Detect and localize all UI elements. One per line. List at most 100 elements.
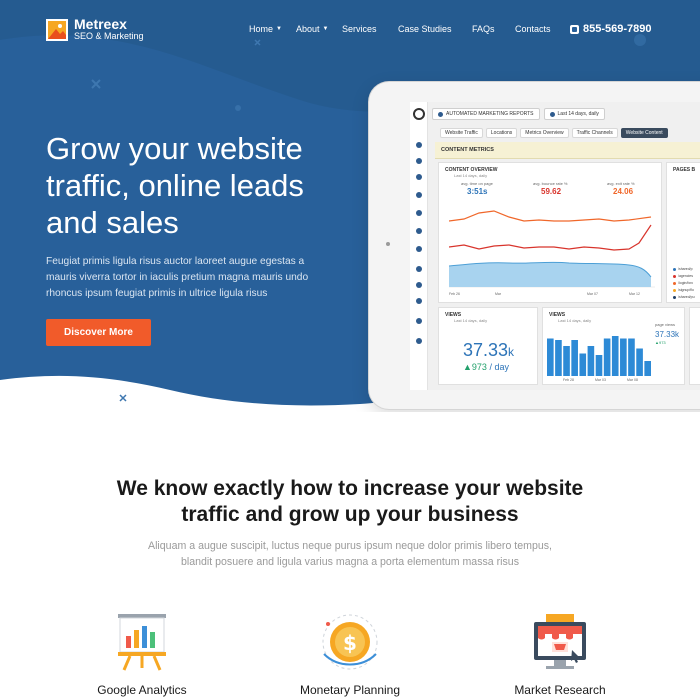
globe-icon <box>438 111 443 117</box>
tablet-camera <box>386 242 390 246</box>
brand-name: Metreex <box>74 16 127 32</box>
feature-google-analytics[interactable]: Google Analytics <box>62 610 222 697</box>
nav-icon <box>416 210 422 216</box>
views-change: ▲973 / day <box>463 362 509 372</box>
nav-item-faqs[interactable]: FAQs <box>472 24 495 34</box>
card-subtitle: Last 14 days, daily <box>558 318 592 323</box>
nav-item-label: About <box>296 24 320 34</box>
section-title-line: We know exactly how to increase your web… <box>116 477 584 500</box>
phone-number: 855-569-7890 <box>583 23 652 35</box>
report-select[interactable]: AUTOMATED MARKETING REPORTS <box>432 108 540 120</box>
report-select-label: AUTOMATED MARKETING REPORTS <box>446 111 534 117</box>
date-select-label: Last 14 days, daily <box>557 111 599 117</box>
tab-metrics-overview[interactable]: Metrics Overview <box>520 128 569 138</box>
nav-icon <box>416 192 422 198</box>
nav-item-label: FAQs <box>472 24 495 34</box>
page-views-value: 37.33k <box>655 330 680 339</box>
feature-label: Market Research <box>514 683 606 697</box>
nav-icon <box>416 266 422 272</box>
tab-website-content[interactable]: Website Content <box>620 128 668 138</box>
feature-monetary-planning[interactable]: $ Monetary Planning <box>270 610 430 697</box>
axis-label: Mar 03 <box>595 378 606 382</box>
nav-icon <box>416 174 422 180</box>
phone-link[interactable]: 855-569-7890 <box>570 23 652 35</box>
section-description: Aliquam a augue suscipit, luctus neque p… <box>0 538 700 570</box>
metric-label: avg. exit rate % <box>607 181 635 186</box>
dashboard-topbar: AUTOMATED MARKETING REPORTS Last 14 days… <box>432 108 605 122</box>
tab-traffic-channels[interactable]: Traffic Channels <box>571 128 618 138</box>
views-bar <box>571 340 578 376</box>
date-select[interactable]: Last 14 days, daily <box>543 108 605 120</box>
views-bar <box>579 353 587 376</box>
dashboard-sidebar <box>410 102 428 390</box>
views-bar <box>563 346 570 376</box>
phone-icon <box>570 24 579 34</box>
nav-icon <box>416 282 422 288</box>
brand-tagline: SEO & Marketing <box>74 31 144 41</box>
logo-icon <box>46 18 68 41</box>
tab-website-traffic[interactable]: Website Traffic <box>440 128 483 138</box>
dashboard-screen: AUTOMATED MARKETING REPORTS Last 14 days… <box>410 102 700 390</box>
axis-label: Mar 07 <box>587 292 598 296</box>
section-description-line: Aliquam a augue suscipit, luctus neque p… <box>148 540 552 552</box>
brand-logo[interactable]: Metreex SEO & Marketing <box>46 17 144 42</box>
discover-more-button[interactable]: Discover More <box>46 319 151 346</box>
metric-label: avg. bounce rate % <box>533 181 568 186</box>
nav-icon <box>416 142 422 148</box>
nav-item-label: Services <box>342 24 377 34</box>
views-bar <box>636 348 643 376</box>
card-subtitle: Last 14 days, daily <box>454 318 488 323</box>
nav-icon <box>416 338 422 344</box>
nav-icon <box>416 158 422 164</box>
views-bar <box>628 338 635 376</box>
nav-item-contacts[interactable]: Contacts <box>515 24 551 34</box>
dashboard-logo-icon <box>413 108 425 120</box>
nav-item-label: Home <box>249 24 274 34</box>
axis-label: Feb 28 <box>563 378 574 382</box>
nav-icon <box>416 318 422 324</box>
feature-label: Google Analytics <box>97 683 187 697</box>
tab-locations[interactable]: Locations <box>485 128 518 138</box>
nav-item-home[interactable]: Home ▼ <box>249 24 282 34</box>
legend-item: /login/forc <box>673 281 693 285</box>
card-title: PAGES B <box>673 167 696 173</box>
nav-item-services[interactable]: Services <box>342 24 377 34</box>
views-kpi-card: VIEWS Last 14 days, daily 37.33k ▲973 / … <box>438 307 538 385</box>
card-subtitle: Last 14 days, daily <box>454 173 488 178</box>
metric-value: 3:51s <box>467 187 488 196</box>
legend-item: /shared/pu <box>673 295 695 299</box>
axis-label: Mar 08 <box>627 378 638 382</box>
nav-icon <box>416 228 422 234</box>
dashboard-tabs: Website Traffic Locations Metrics Overvi… <box>440 128 668 138</box>
hero-title: Grow your website traffic, online leads … <box>46 131 304 240</box>
dollar-coin-icon: $ <box>322 614 378 670</box>
section-description-line: blandit posuere and ligula varius magna … <box>180 556 519 568</box>
feature-market-research[interactable]: Market Research <box>480 610 640 697</box>
views-bar <box>547 338 554 376</box>
nav-item-about[interactable]: About ▼ <box>296 24 328 34</box>
views-bar <box>644 361 651 376</box>
hero-description: Feugiat primis ligula risus auctor laore… <box>46 256 309 299</box>
online-shop-icon <box>534 614 586 669</box>
svg-text:$: $ <box>343 631 357 655</box>
pages-card: PAGES B /shared/p /agencies /login/forc … <box>666 162 700 303</box>
axis-label: Mar <box>495 292 502 296</box>
section-title-line: traffic and grow up your business <box>181 503 519 526</box>
legend-item: /shared/p <box>673 267 693 271</box>
views-bar <box>555 340 562 376</box>
nav-icon <box>416 298 422 304</box>
hero-section: Metreex SEO & Marketing Home ▼ About ▼ Ser… <box>0 0 700 412</box>
chevron-down-icon: ▼ <box>322 26 329 32</box>
views-bar <box>603 338 611 376</box>
extra-card <box>689 307 700 385</box>
views-bar <box>595 355 603 376</box>
legend-item: /agencies <box>673 274 693 278</box>
nav-icon <box>416 246 422 252</box>
views-value: 37.33k <box>463 340 515 360</box>
clock-icon <box>549 111 555 117</box>
nav-item-case-studies[interactable]: Case Studies <box>398 24 452 34</box>
views-bar <box>611 336 619 376</box>
nav-item-label: Contacts <box>515 24 551 34</box>
content-overview-card: CONTENT OVERVIEW Last 14 days, daily avg… <box>438 162 662 303</box>
section-title: We know exactly how to increase your web… <box>0 476 700 528</box>
